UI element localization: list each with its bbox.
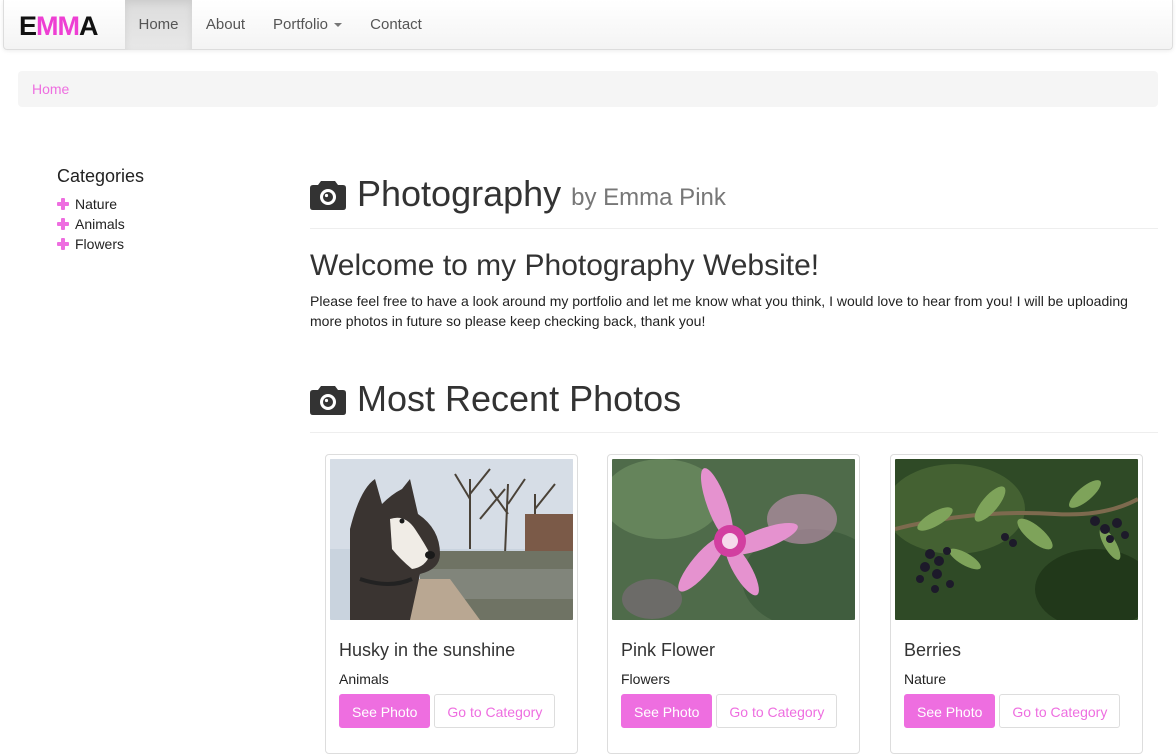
nav-contact-label: Contact <box>370 16 422 33</box>
photo-category: Animals <box>339 671 389 687</box>
sidebar-item-animals[interactable]: Animals <box>57 214 277 234</box>
photo-category: Flowers <box>621 671 671 687</box>
sidebar-item-label: Flowers <box>75 236 125 252</box>
sidebar-item-nature[interactable]: Nature <box>57 194 277 214</box>
recent-header: Most Recent Photos <box>310 365 1158 433</box>
photo-thumbnail-husky[interactable] <box>330 459 573 620</box>
plus-icon <box>57 218 69 230</box>
photo-card: Pink Flower Flowers See Photo Go to Cate… <box>607 454 860 754</box>
page-subtitle: by Emma Pink <box>571 184 726 211</box>
breadcrumb-home[interactable]: Home <box>32 81 69 97</box>
sidebar-heading: Categories <box>57 166 145 186</box>
photo-caption: Pink Flower Flowers See Photo Go to Cate… <box>612 620 855 737</box>
nav-contact[interactable]: Contact <box>356 0 436 50</box>
go-to-category-button[interactable]: Go to Category <box>434 694 556 728</box>
navbar: EMMA Home About Portfolio Contact <box>3 0 1173 50</box>
caret-down-icon <box>334 23 343 28</box>
camera-icon <box>310 385 346 415</box>
plus-icon <box>57 198 69 210</box>
camera-icon <box>310 181 346 210</box>
welcome-section: Welcome to my Photography Website! Pleas… <box>310 249 1158 331</box>
photo-card: Berries Nature See Photo Go to Category <box>890 454 1143 754</box>
recent-title-text: Most Recent Photos <box>357 377 682 419</box>
recent-title: Most Recent Photos <box>310 378 681 420</box>
sidebar: Categories Nature Animals Flowers <box>57 166 277 254</box>
photo-thumbnail-berries[interactable] <box>895 459 1138 620</box>
photo-title: Pink Flower <box>621 640 716 660</box>
sidebar-item-flowers[interactable]: Flowers <box>57 234 277 254</box>
nav-home[interactable]: Home <box>125 0 192 50</box>
go-to-category-button[interactable]: Go to Category <box>999 694 1121 728</box>
main-content: Photography by Emma Pink Welcome to my P… <box>310 160 1158 754</box>
sidebar-item-label: Nature <box>75 196 118 212</box>
page-title: Photography by Emma Pink <box>310 173 726 215</box>
photo-title: Husky in the sunshine <box>339 640 516 660</box>
nav-about[interactable]: About <box>192 0 259 50</box>
nav-about-label: About <box>205 16 246 33</box>
photo-category: Nature <box>904 671 947 687</box>
plus-icon <box>57 238 69 250</box>
nav-portfolio[interactable]: Portfolio <box>259 0 356 50</box>
nav-portfolio-label: Portfolio <box>272 16 329 33</box>
nav-home-label: Home <box>138 16 179 33</box>
see-photo-button[interactable]: See Photo <box>339 694 431 728</box>
page-title-text: Photography <box>357 173 562 214</box>
sidebar-item-label: Animals <box>75 216 125 232</box>
photo-title: Berries <box>904 640 962 660</box>
page-header: Photography by Emma Pink <box>310 160 1158 229</box>
brand-logo[interactable]: EMMA <box>19 13 98 40</box>
see-photo-button[interactable]: See Photo <box>904 694 996 728</box>
photo-caption: Berries Nature See Photo Go to Category <box>895 620 1138 737</box>
breadcrumb: Home <box>18 71 1158 107</box>
welcome-text: Please feel free to have a look around m… <box>310 293 1128 329</box>
photo-caption: Husky in the sunshine Animals See Photo … <box>330 620 573 737</box>
go-to-category-button[interactable]: Go to Category <box>716 694 838 728</box>
welcome-title: Welcome to my Photography Website! <box>310 249 820 282</box>
photo-thumbnail-pink-flower[interactable] <box>612 459 855 620</box>
see-photo-button[interactable]: See Photo <box>621 694 713 728</box>
photo-card: Husky in the sunshine Animals See Photo … <box>325 454 578 754</box>
